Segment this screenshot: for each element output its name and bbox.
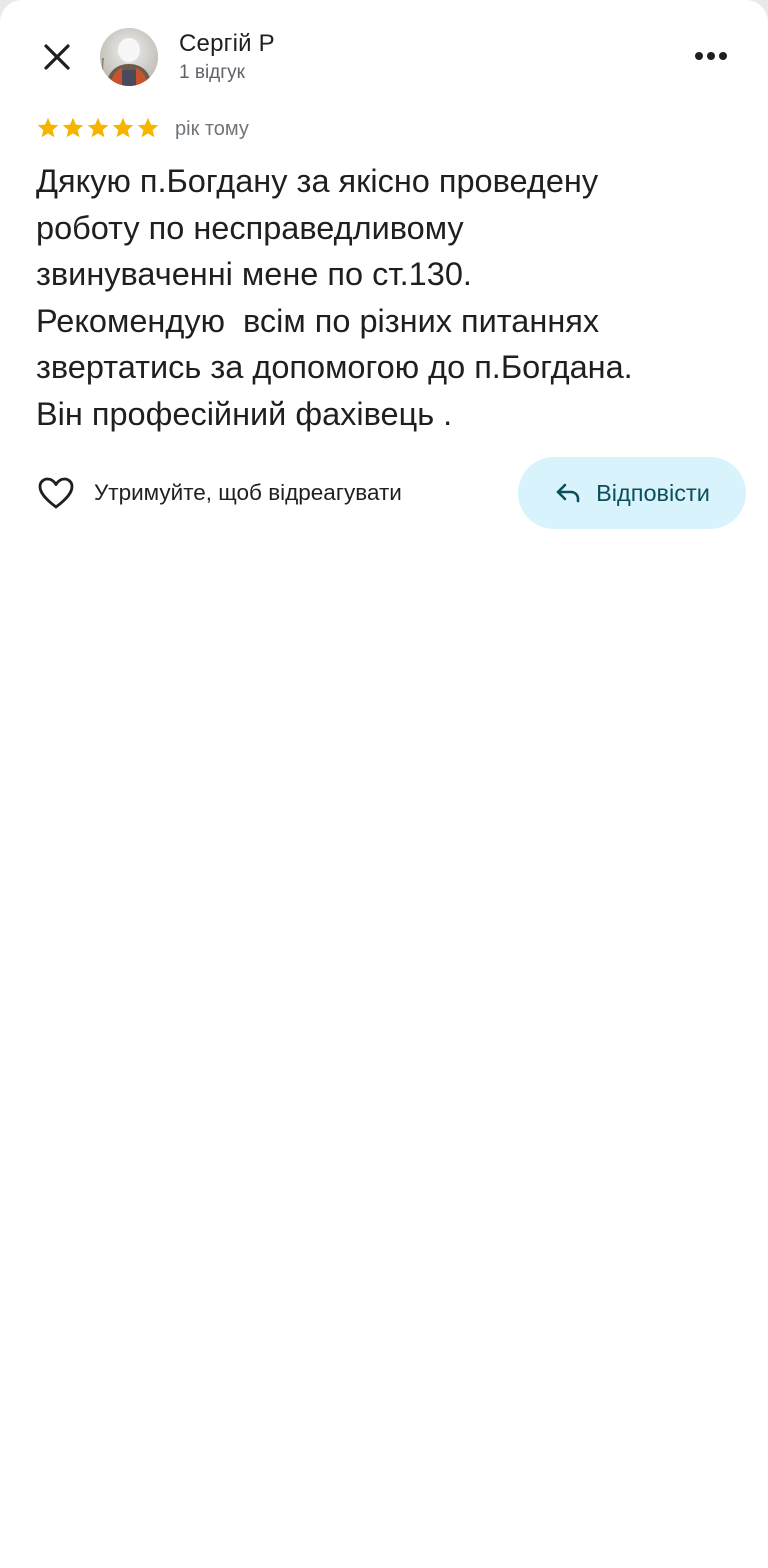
star-icon <box>87 117 109 138</box>
reply-label: Відповісти <box>596 479 710 506</box>
star-icon <box>62 117 84 138</box>
review-age: рік тому <box>175 118 249 140</box>
avatar[interactable] <box>100 28 158 86</box>
more-horizontal-icon <box>695 52 727 60</box>
more-options-button[interactable] <box>688 36 734 76</box>
review-text: Дякую п.Богдану за якісно проведену робо… <box>36 163 633 432</box>
reply-button[interactable]: Відповісти <box>518 457 746 529</box>
heart-outline-icon <box>38 477 74 509</box>
react-button[interactable]: Утримуйте, щоб відреагувати <box>36 472 402 514</box>
review-sheet: Сергій Р 1 відгук рік тому Дякую п.Богда… <box>0 0 768 1568</box>
close-button[interactable] <box>34 34 80 80</box>
star-icon <box>137 117 159 138</box>
star-rating <box>36 116 160 140</box>
star-icon <box>37 117 59 138</box>
redaction-blur <box>274 30 384 62</box>
react-label: Утримуйте, щоб відреагувати <box>94 480 402 505</box>
close-icon <box>44 44 70 70</box>
avatar-photo-icon <box>100 28 158 86</box>
author-name[interactable]: Сергій Р <box>179 30 275 58</box>
review-count: 1 відгук <box>179 62 245 83</box>
star-icon <box>112 117 134 138</box>
reply-arrow-icon <box>556 483 580 503</box>
